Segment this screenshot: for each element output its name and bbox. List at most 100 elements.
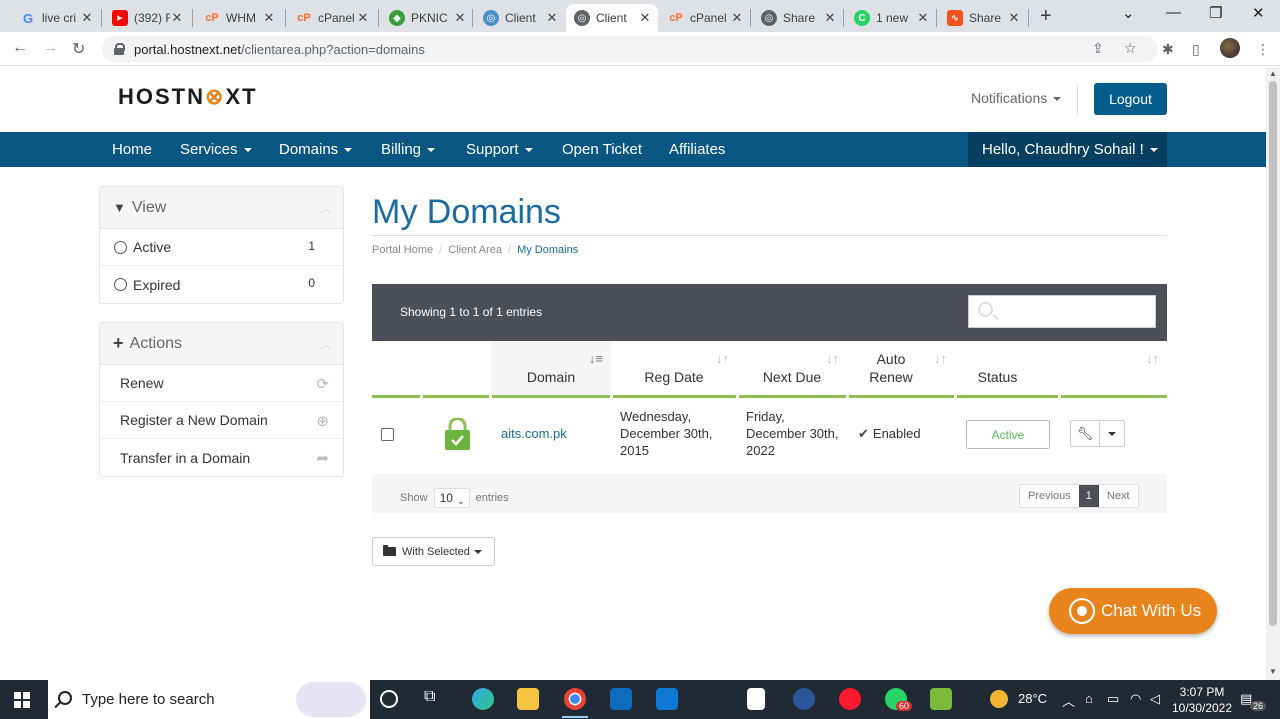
- browser-tab[interactable]: G live cri ✕: [12, 4, 100, 32]
- forward-icon[interactable]: →: [42, 39, 58, 57]
- close-icon[interactable]: ✕: [170, 10, 184, 26]
- with-selected-button[interactable]: With Selected: [372, 537, 495, 566]
- profile-avatar[interactable]: [1220, 38, 1240, 58]
- close-icon[interactable]: ✕: [545, 10, 559, 26]
- windows-start-icon[interactable]: [14, 692, 30, 708]
- close-icon[interactable]: ✕: [80, 10, 94, 26]
- app-icon[interactable]: [747, 688, 765, 710]
- bookmark-star-icon[interactable]: ☆: [1124, 40, 1137, 57]
- hostnext-logo[interactable]: HOSTN⊗XT: [118, 84, 258, 110]
- lock-icon[interactable]: [114, 43, 125, 55]
- share-icon[interactable]: ⇪: [1092, 40, 1104, 57]
- mail-icon[interactable]: [656, 688, 678, 710]
- domain-link[interactable]: aits.com.pk: [501, 426, 567, 441]
- close-icon[interactable]: ✕: [638, 10, 652, 26]
- extensions-icon[interactable]: ✱: [1162, 41, 1174, 58]
- tab-search-icon[interactable]: ⌄: [1122, 4, 1135, 22]
- system-clock[interactable]: 3:07 PM 10/30/2022: [1170, 684, 1234, 716]
- filter-active[interactable]: Active 1: [100, 229, 343, 266]
- browser-tab[interactable]: cP cPanel ✕: [288, 4, 376, 32]
- action-transfer-domain[interactable]: Transfer in a Domain ➦: [100, 439, 343, 476]
- store-icon[interactable]: [610, 688, 632, 710]
- chat-with-us-button[interactable]: Chat With Us: [1049, 588, 1217, 634]
- browser-tab[interactable]: C 1 new ✕: [846, 4, 936, 32]
- action-renew[interactable]: Renew ⟳: [100, 365, 343, 402]
- chevron-up-icon[interactable]: ︿: [320, 336, 331, 352]
- volume-icon[interactable]: ◁: [1150, 691, 1160, 707]
- col-auto-renew[interactable]: Auto Renew ↓↑: [847, 341, 955, 395]
- browser-tab[interactable]: ∿ Share ✕: [939, 4, 1027, 32]
- scrollbar-thumb[interactable]: [1269, 81, 1277, 626]
- browser-tab[interactable]: ◆ PKNIC ✕: [381, 4, 473, 32]
- opera-icon[interactable]: [839, 688, 861, 710]
- nav-billing[interactable]: Billing: [381, 141, 436, 158]
- page-length-select[interactable]: 10 ⌄: [433, 488, 470, 508]
- view-panel-header[interactable]: ▼ View ︿: [100, 187, 343, 229]
- scroll-up-icon[interactable]: ▲: [1269, 69, 1277, 78]
- reload-icon[interactable]: ↻: [72, 39, 85, 59]
- nav-home[interactable]: Home: [112, 141, 152, 158]
- filter-expired[interactable]: Expired 0: [100, 266, 343, 303]
- browser-tab[interactable]: ◎ Client ✕: [475, 4, 565, 32]
- browser-tab[interactable]: ◎ Share ✕: [753, 4, 843, 32]
- breadcrumb-portal-home[interactable]: Portal Home: [372, 244, 433, 256]
- col-actions[interactable]: ↓↑: [1040, 341, 1167, 395]
- user-menu[interactable]: Hello, Chaudhry Sohail !: [968, 132, 1167, 167]
- new-tab-icon[interactable]: +: [1040, 5, 1052, 28]
- menu-kebab-icon[interactable]: ⋮: [1256, 41, 1270, 58]
- chrome-icon[interactable]: [562, 688, 588, 718]
- chevron-up-icon[interactable]: ︿: [320, 200, 331, 216]
- notifications-dropdown[interactable]: Notifications: [971, 90, 1062, 106]
- close-icon[interactable]: ✕: [356, 10, 370, 26]
- minimize-icon[interactable]: —: [1166, 4, 1181, 21]
- browser-tab[interactable]: ▶ (392) F ✕: [104, 4, 190, 32]
- col-domain[interactable]: Domain ↓≡: [491, 341, 611, 395]
- word-icon[interactable]: [793, 688, 815, 710]
- close-icon[interactable]: ✕: [1007, 10, 1021, 26]
- weather-temp[interactable]: 28°C: [1018, 691, 1047, 706]
- task-view-icon[interactable]: ⧉: [424, 688, 446, 710]
- edge-icon[interactable]: [472, 688, 494, 710]
- close-window-icon[interactable]: ✕: [1252, 4, 1265, 22]
- cortana-icon[interactable]: [380, 690, 398, 708]
- file-explorer-icon[interactable]: [517, 688, 539, 710]
- close-icon[interactable]: ✕: [262, 10, 276, 26]
- meet-icon[interactable]: ⌂: [1085, 691, 1093, 706]
- chevron-up-icon[interactable]: ︿: [1062, 691, 1075, 710]
- weather-icon[interactable]: [990, 690, 1008, 708]
- browser-tab[interactable]: cP cPanel ✕: [660, 4, 750, 32]
- notepad-icon[interactable]: [930, 688, 952, 710]
- nav-services[interactable]: Services: [180, 141, 252, 158]
- pager-page-1[interactable]: 1: [1078, 485, 1099, 507]
- actions-panel-header[interactable]: + Actions ︿: [100, 323, 343, 365]
- radio-icon[interactable]: [114, 240, 127, 254]
- browser-tab[interactable]: cP WHM ✕: [196, 4, 282, 32]
- scroll-down-icon[interactable]: ▼: [1269, 667, 1277, 676]
- breadcrumb-client-area[interactable]: Client Area: [448, 244, 502, 256]
- close-icon[interactable]: ✕: [823, 10, 837, 26]
- col-status[interactable]: Status: [955, 341, 1040, 395]
- radio-icon[interactable]: [114, 278, 127, 291]
- taskbar-search-input[interactable]: Type here to search: [48, 680, 370, 719]
- row-checkbox[interactable]: [381, 428, 394, 441]
- col-reg-date[interactable]: Reg Date ↓↑: [611, 341, 737, 395]
- row-actions-dropdown[interactable]: [1100, 421, 1124, 446]
- table-search-input[interactable]: [968, 295, 1156, 328]
- wifi-icon[interactable]: ◠: [1130, 691, 1141, 707]
- col-next-due[interactable]: Next Due ↓↑: [737, 341, 847, 395]
- close-icon[interactable]: ✕: [453, 10, 467, 26]
- side-panel-icon[interactable]: ▯: [1192, 41, 1200, 58]
- wrench-icon[interactable]: 🔧︎: [1071, 421, 1100, 446]
- back-icon[interactable]: ←: [12, 39, 28, 57]
- battery-icon[interactable]: ▭: [1107, 691, 1119, 707]
- close-icon[interactable]: ✕: [916, 10, 930, 26]
- pager-previous[interactable]: Previous: [1020, 485, 1079, 507]
- pager-next[interactable]: Next: [1099, 485, 1138, 507]
- action-register-domain[interactable]: Register a New Domain ⊕: [100, 402, 343, 439]
- address-bar[interactable]: portal.hostnext.net/clientarea.php?actio…: [102, 36, 1158, 62]
- nav-affiliates[interactable]: Affiliates: [669, 141, 725, 158]
- restore-icon[interactable]: ❐: [1209, 4, 1222, 22]
- nav-support[interactable]: Support: [466, 141, 533, 158]
- logout-button[interactable]: Logout: [1094, 83, 1167, 115]
- close-icon[interactable]: ✕: [730, 10, 744, 26]
